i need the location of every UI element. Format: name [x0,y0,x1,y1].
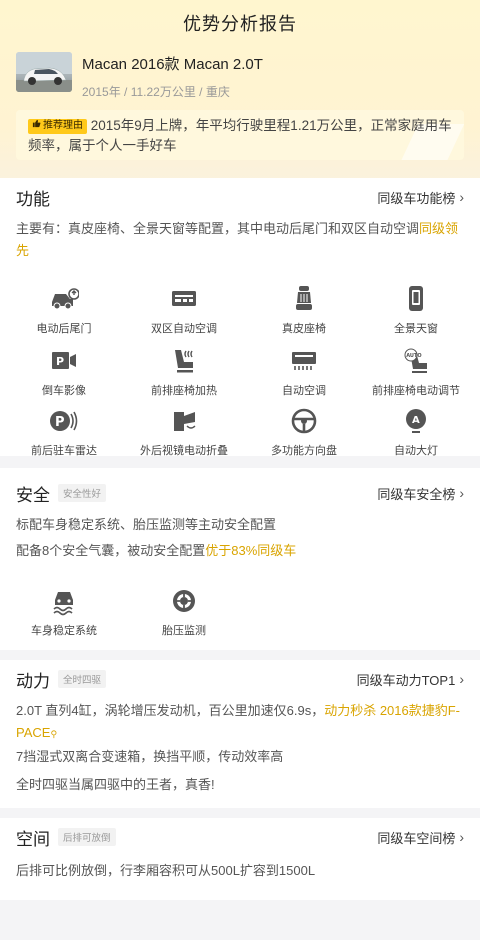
recommend-badge-label: 推荐理由 [43,120,83,131]
features-card: 功能 同级车功能榜 › 主要有：真皮座椅、全景天窗等配置，其中电动后尾门和双区自… [0,178,480,458]
feature-label: 自动空调 [282,385,326,397]
safety-label: 车身稳定系统 [31,625,97,637]
safety-card: 安全 安全性好 同级车安全榜 › 标配车身稳定系统、胎压监测等主动安全配置 配备… [0,468,480,650]
feature-item[interactable]: 全景天窗 [356,284,476,336]
feature-label: 全景天窗 [394,323,438,335]
car-name: Macan 2016款 Macan 2.0T [82,56,263,73]
space-card: 空间 后排可放倒 同级车空间榜 › 后排可比例放倒，行李厢容积可从500L扩容到… [0,818,480,900]
mirror-fold-icon [174,412,196,431]
space-title: 空间 [16,829,50,849]
safety-tag: 安全性好 [58,484,107,502]
feature-item[interactable]: A 自动大灯 [356,406,476,458]
features-rank-link[interactable]: 同级车功能榜 › [377,188,464,207]
car-summary[interactable]: Macan 2016款 Macan 2.0T 2015年 / 11.22万公里 … [16,52,263,100]
feature-label: 多功能方向盘 [271,445,337,457]
car-thumbnail [16,52,72,92]
power-line-1: 2.0T 直列4缸，涡轮增压发动机，百公里加速仅6.9s，动力秒杀 2016款捷… [16,700,464,745]
leather-seat-icon [296,286,312,310]
recommend-badge: 推荐理由 [28,116,87,136]
safety-line-1: 标配车身稳定系统、胎压监测等主动安全配置 [16,517,277,532]
feature-item[interactable]: 电动后尾门 [4,284,124,336]
safety-title: 安全 [16,485,50,505]
safety-item[interactable]: 车身稳定系统 [4,586,124,638]
tire-pressure-icon [173,590,195,612]
feature-label: 真皮座椅 [282,323,326,335]
power-seat-adjust-icon: AUTO [404,348,427,373]
seat-heating-icon [175,350,193,373]
feature-item[interactable]: 真皮座椅 [244,284,364,336]
feature-item[interactable]: 自动空调 [244,346,364,398]
safety-rank-link[interactable]: 同级车安全榜 › [377,484,464,503]
space-line-1: 后排可比例放倒，行李厢容积可从500L扩容到1500L [16,863,316,878]
space-tag: 后排可放倒 [58,828,116,846]
chevron-right-icon: › [459,189,464,205]
power-rank-link[interactable]: 同级车动力TOP1 › [357,670,464,689]
safety-label: 胎压监测 [162,625,206,637]
chevron-right-icon: › [459,485,464,501]
svg-text:P: P [56,355,64,368]
feature-item[interactable]: 多功能方向盘 [244,406,364,458]
safety-line-2: 配备8个安全气囊，被动安全配置优于83%同级车 [16,540,464,562]
thumbs-up-icon [32,116,41,136]
svg-text:P: P [55,415,65,430]
power-line-2: 7挡湿式双离合变速箱，换挡平顺，传动效率高 [16,749,284,764]
power-line-1-text: 2.0T 直列4缸，涡轮增压发动机，百公里加速仅6.9s， [16,703,325,718]
feature-label: 外后视镜电动折叠 [140,445,228,457]
car-meta: 2015年 / 11.22万公里 / 重庆 [82,85,230,99]
features-desc: 主要有：真皮座椅、全景天窗等配置，其中电动后尾门和双区自动空调同级领先 [16,218,464,262]
features-rank-link-label: 同级车功能榜 [377,190,456,206]
safety-rank-link-label: 同级车安全榜 [377,486,456,502]
safety-line-2-text: 配备8个安全气囊，被动安全配置 [16,543,206,558]
features-title: 功能 [16,189,50,209]
safety-item[interactable]: 胎压监测 [124,586,244,638]
feature-item[interactable]: P 倒车影像 [4,346,124,398]
panoramic-sunroof-icon [409,286,423,311]
space-rank-link[interactable]: 同级车空间榜 › [377,828,464,847]
space-rank-link-label: 同级车空间榜 [377,830,456,846]
power-rank-link-label: 同级车动力TOP1 [356,672,456,688]
feature-label: 前后驻车雷达 [31,445,97,457]
svg-text:AUTO: AUTO [406,353,421,359]
svg-text:A: A [412,415,420,426]
feature-label: 自动大灯 [394,445,438,457]
power-line-3: 全时四驱当属四驱中的王者，真香! [16,777,215,792]
recommend-reason: 推荐理由 2015年9月上牌，年平均行驶里程1.21万公里，正常家庭用车频率，属… [16,110,464,160]
feature-item[interactable]: AUTO 前排座椅电动调节 [356,346,476,398]
feature-label: 前排座椅电动调节 [372,385,460,397]
steering-wheel-icon [291,408,317,434]
reverse-camera-icon: P [52,352,76,369]
parking-radar-icon: P [50,411,78,431]
feature-label: 电动后尾门 [36,323,92,335]
power-card: 动力 全时四驱 同级车动力TOP1 › 2.0T 直列4缸，涡轮增压发动机，百公… [0,660,480,808]
feature-item[interactable]: 外后视镜电动折叠 [124,406,244,458]
stability-control-icon [53,592,73,616]
power-tailgate-icon [52,288,79,310]
feature-item[interactable]: 前排座椅加热 [124,346,244,398]
safety-line-2-highlight: 优于83%同级车 [205,543,297,558]
recommend-text: 2015年9月上牌，年平均行驶里程1.21万公里，正常家庭用车频率，属于个人一手… [28,118,452,153]
search-icon: ⚲ [50,729,58,739]
feature-item[interactable]: P 前后驻车雷达 [4,406,124,458]
power-tag: 全时四驱 [58,670,107,688]
feature-label: 倒车影像 [42,385,86,397]
auto-ac-icon [292,352,316,370]
feature-item[interactable]: 双区自动空调 [124,284,244,336]
power-title: 动力 [16,671,50,691]
features-desc-text: 主要有：真皮座椅、全景天窗等配置，其中电动后尾门和双区自动空调 [16,221,420,236]
chevron-right-icon: › [459,671,464,687]
feature-label: 双区自动空调 [151,323,217,335]
chevron-right-icon: › [459,829,464,845]
dual-zone-ac-icon [172,291,196,306]
page-title: 优势分析报告 [183,14,297,34]
auto-headlight-icon: A [406,409,426,433]
feature-label: 前排座椅加热 [151,385,217,397]
